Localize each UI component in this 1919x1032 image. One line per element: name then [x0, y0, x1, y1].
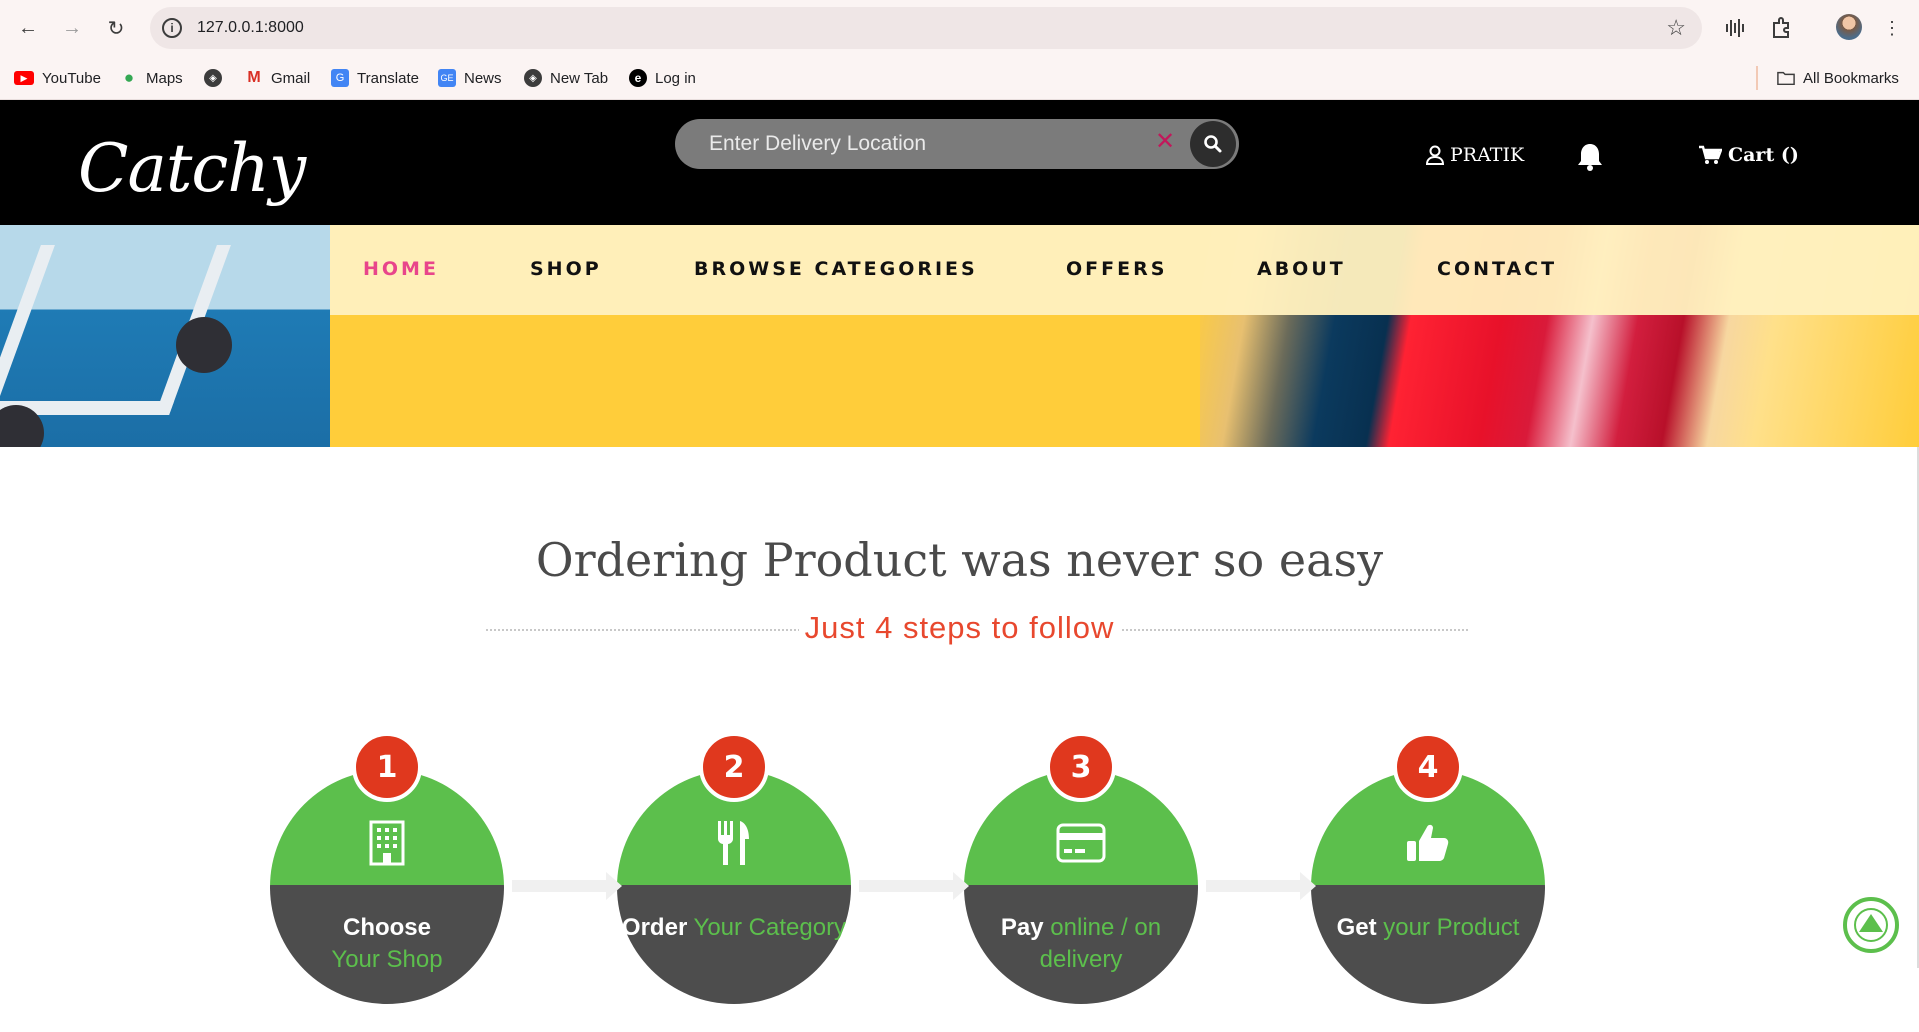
step-number: 4 [1393, 732, 1463, 802]
step-label: Choose Your Shop [270, 912, 504, 976]
step-label: Pay online / on delivery [964, 912, 1198, 976]
nav-browse-categories[interactable]: BROWSE CATEGORIES [694, 258, 978, 280]
maps-icon: ● [123, 68, 135, 87]
bookmark-new-tab[interactable]: ◈ New Tab [524, 68, 608, 88]
clear-search-icon[interactable]: ✕ [1155, 127, 1175, 156]
step-label-bold: Choose [342, 914, 431, 941]
nav-offers[interactable]: OFFERS [1066, 258, 1167, 280]
globe-icon: ◈ [524, 69, 542, 87]
step-label: Get your Product [1311, 912, 1545, 944]
translate-icon: G [331, 69, 349, 87]
site-info-icon[interactable]: i [162, 18, 182, 38]
user-icon [1426, 145, 1444, 165]
notifications-bell-icon[interactable] [1576, 142, 1604, 177]
nav-about[interactable]: ABOUT [1257, 258, 1346, 280]
bookmark-label: YouTube [42, 69, 101, 87]
step-label: Order Your Category [617, 912, 851, 944]
step-arrow [1206, 872, 1316, 900]
bookmark-label: Gmail [271, 69, 311, 87]
media-control-icon[interactable] [1722, 14, 1750, 42]
step-label-accent: Your Shop [331, 946, 443, 973]
reload-icon[interactable]: ↻ [100, 12, 132, 44]
nav-contact[interactable]: CONTACT [1437, 258, 1557, 280]
cart-link[interactable]: Cart () [1698, 144, 1799, 166]
youtube-icon: ▶ [14, 71, 34, 85]
bookmark-globe[interactable]: ◈ [204, 68, 222, 88]
news-icon: GE [438, 69, 456, 87]
all-bookmarks[interactable]: All Bookmarks [1777, 68, 1899, 88]
bookmark-label: Translate [357, 69, 419, 87]
section-subtitle-text: Just 4 steps to follow [798, 610, 1121, 645]
bookmarks-divider [1756, 66, 1758, 90]
section-subtitle: Just 4 steps to follow [0, 610, 1919, 646]
step-number: 3 [1046, 732, 1116, 802]
search-icon [1204, 135, 1222, 153]
step-label-accent: online / on delivery [1039, 914, 1162, 973]
section-title: Ordering Product was never so easy [535, 533, 1384, 587]
hero-banner: HOME SHOP BROWSE CATEGORIES OFFERS ABOUT… [0, 225, 1919, 447]
delivery-location-input[interactable] [709, 131, 1139, 157]
step-label-accent: your Product [1383, 914, 1520, 941]
step-arrow [859, 872, 969, 900]
bookmark-log-in[interactable]: e Log in [629, 68, 696, 88]
browser-toolbar: ← → ↻ i 127.0.0.1:8000 ☆ ⋮ [0, 0, 1919, 56]
step-label-bold: Pay [1000, 914, 1044, 941]
back-icon[interactable]: ← [12, 12, 44, 44]
step-number: 2 [699, 732, 769, 802]
bookmark-label: Log in [655, 69, 696, 87]
step-arrow [512, 872, 622, 900]
globe-icon: ◈ [204, 69, 222, 87]
delivery-location-search: ✕ [675, 119, 1239, 169]
user-account-link[interactable]: PRATIK [1426, 144, 1524, 166]
cart-label: Cart () [1728, 144, 1799, 166]
bookmark-news[interactable]: GE News [438, 68, 502, 88]
user-name: PRATIK [1450, 144, 1525, 166]
hero-cart-image [0, 225, 330, 447]
site-logo[interactable]: Catchy [78, 130, 306, 207]
nav-shop[interactable]: SHOP [530, 258, 602, 280]
credit-card-icon [1055, 817, 1107, 869]
step-label-bold: Get [1336, 914, 1377, 941]
address-url[interactable]: 127.0.0.1:8000 [197, 19, 304, 37]
main-nav: HOME SHOP BROWSE CATEGORIES OFFERS ABOUT… [330, 225, 1919, 315]
step-card: 4 Get your Product [1311, 732, 1545, 1032]
bookmark-gmail[interactable]: M Gmail [245, 68, 310, 88]
arrow-up-icon [1854, 908, 1888, 942]
extensions-icon[interactable] [1767, 14, 1795, 42]
nav-home[interactable]: HOME [363, 258, 439, 280]
step-label-bold: Order [621, 914, 688, 941]
fork-knife-icon [708, 817, 760, 869]
building-icon [361, 817, 413, 869]
edge-icon: e [629, 69, 647, 87]
bookmark-translate[interactable]: G Translate [331, 68, 419, 88]
scroll-to-top-button[interactable] [1843, 897, 1899, 953]
thumbs-up-icon [1402, 817, 1454, 869]
step-card: 3 Pay online / on delivery [964, 732, 1198, 1032]
forward-icon[interactable]: → [56, 12, 88, 44]
profile-avatar[interactable] [1836, 14, 1862, 40]
more-menu-icon[interactable]: ⋮ [1878, 14, 1906, 42]
step-number: 1 [352, 732, 422, 802]
step-card: 1 Choose Your Shop [270, 732, 504, 1032]
site-header: Catchy ✕ PRATIK Cart () [0, 100, 1919, 225]
bookmark-star-icon[interactable]: ☆ [1666, 15, 1686, 41]
address-bar[interactable]: i 127.0.0.1:8000 ☆ [150, 7, 1702, 49]
step-label-accent: Your Category [693, 914, 847, 941]
cart-icon [1699, 145, 1722, 164]
bookmark-label: News [464, 69, 502, 87]
search-button[interactable] [1190, 121, 1236, 167]
all-bookmarks-label: All Bookmarks [1803, 69, 1899, 87]
folder-icon [1777, 69, 1795, 87]
bookmarks-bar: ▶ YouTube ● Maps ◈ M Gmail G Translate G… [0, 56, 1919, 100]
bookmark-youtube[interactable]: ▶ YouTube [14, 68, 101, 88]
bookmark-label: New Tab [550, 69, 609, 87]
step-card: 2 Order Your Category [617, 732, 851, 1032]
bookmark-label: Maps [146, 69, 183, 87]
gmail-icon: M [247, 69, 261, 86]
bookmark-maps[interactable]: ● Maps [120, 68, 183, 88]
